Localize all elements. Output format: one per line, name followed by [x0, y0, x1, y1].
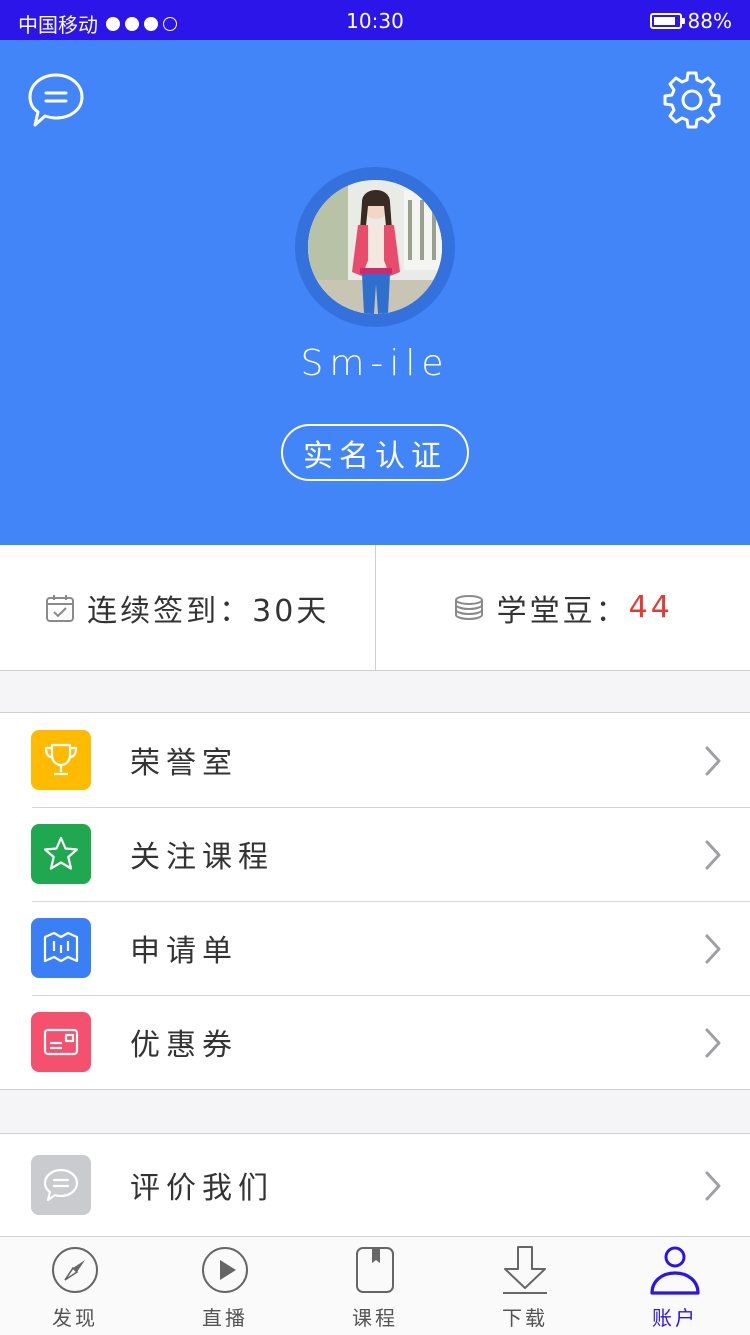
coupon-icon — [31, 1012, 91, 1072]
status-bar: 中国移动 10:30 88% — [0, 0, 750, 40]
download-icon — [500, 1245, 550, 1295]
menu-item-coupons[interactable]: 优惠券 — [0, 995, 750, 1089]
checkin-label: 连续签到： — [87, 586, 252, 630]
beans-label: 学堂豆： — [497, 586, 629, 630]
avatar-ring — [295, 167, 455, 327]
chevron-right-icon — [704, 746, 722, 776]
battery-percent: 88% — [688, 9, 732, 33]
tab-label: 发现 — [0, 1302, 150, 1331]
status-time: 10:30 — [0, 9, 750, 33]
menu-item-honor-room[interactable]: 荣誉室 — [0, 713, 750, 807]
stats-bar: 连续签到： 30天 学堂豆： 44 — [0, 545, 750, 671]
chevron-right-icon — [704, 840, 722, 870]
book-icon — [350, 1245, 400, 1295]
chevron-right-icon — [704, 1028, 722, 1058]
calendar-check-icon — [45, 593, 75, 623]
menu-label: 优惠券 — [130, 1020, 238, 1064]
checkin-value: 30天 — [252, 586, 329, 630]
tab-label: 直播 — [150, 1302, 300, 1331]
menu-list: 荣誉室 关注课程 申请单 优惠券 — [0, 712, 750, 1090]
trophy-icon — [31, 730, 91, 790]
play-icon — [200, 1245, 250, 1295]
compass-icon — [50, 1245, 100, 1295]
chevron-right-icon — [704, 1171, 722, 1201]
checkin-stat[interactable]: 连续签到： 30天 — [0, 545, 375, 670]
tab-label: 账户 — [600, 1302, 750, 1331]
coins-icon — [453, 594, 485, 622]
menu-item-rate-us[interactable]: 评价我们 — [0, 1138, 750, 1232]
username: Sm-ile — [0, 343, 750, 384]
menu-label: 申请单 — [130, 926, 238, 970]
battery-icon — [650, 13, 682, 29]
chevron-right-icon — [704, 934, 722, 964]
menu-label: 荣誉室 — [130, 738, 238, 782]
avatar[interactable] — [308, 180, 442, 314]
tab-label: 课程 — [300, 1302, 450, 1331]
star-icon — [31, 824, 91, 884]
tab-bar: 发现 直播 课程 下载 账户 — [0, 1236, 750, 1335]
settings-gear-icon[interactable] — [662, 70, 722, 134]
tab-courses[interactable]: 课程 — [300, 1237, 450, 1335]
comment-icon — [31, 1155, 91, 1215]
menu-item-application-form[interactable]: 申请单 — [0, 901, 750, 995]
menu-label: 关注课程 — [130, 832, 274, 876]
tab-label: 下载 — [450, 1302, 600, 1331]
tab-account[interactable]: 账户 — [600, 1237, 750, 1335]
user-icon — [646, 1245, 704, 1299]
beans-value: 44 — [629, 590, 673, 625]
message-icon[interactable] — [26, 72, 86, 132]
real-name-verify-button[interactable]: 实名认证 — [281, 424, 469, 481]
tab-download[interactable]: 下载 — [450, 1237, 600, 1335]
menu-label: 评价我们 — [130, 1163, 274, 1207]
tab-live[interactable]: 直播 — [150, 1237, 300, 1335]
tab-discover[interactable]: 发现 — [0, 1237, 150, 1335]
menu-item-followed-courses[interactable]: 关注课程 — [0, 807, 750, 901]
feedback-list: 评价我们 — [0, 1133, 750, 1237]
map-icon — [31, 918, 91, 978]
profile-header: Sm-ile 实名认证 — [0, 40, 750, 545]
beans-stat[interactable]: 学堂豆： 44 — [375, 545, 750, 670]
